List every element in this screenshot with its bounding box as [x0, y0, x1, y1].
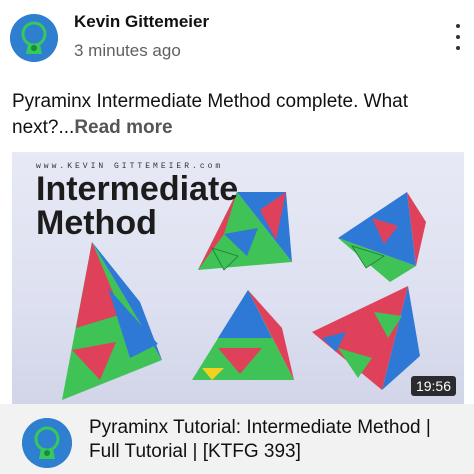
video-title[interactable]: Pyraminx Tutorial: Intermediate Method |… [89, 416, 459, 464]
video-duration-badge: 19:56 [410, 376, 456, 396]
read-more-link[interactable]: Read more [74, 117, 172, 138]
author-name[interactable]: Kevin Gittemeier [74, 12, 209, 32]
menu-dot [456, 24, 460, 28]
thumbnail-title-line2: Method [36, 204, 157, 242]
menu-dot [456, 46, 460, 50]
author-avatar[interactable] [10, 14, 58, 62]
more-options-icon[interactable] [448, 22, 468, 52]
menu-dot [456, 35, 460, 39]
keychain-logo [22, 418, 72, 468]
pyraminx-puzzle [312, 286, 420, 390]
post-text: Pyraminx Intermediate Method complete. W… [12, 89, 462, 141]
post-header: Kevin Gittemeier 3 minutes ago [0, 0, 474, 80]
video-info[interactable]: Pyraminx Tutorial: Intermediate Method |… [0, 404, 474, 474]
post-ellipsis: ... [58, 117, 75, 138]
pyraminx-puzzle [62, 242, 162, 400]
video-thumbnail[interactable]: www.KEVIN GITTEMEIER.com Intermediate Me… [12, 152, 464, 404]
thumbnail-title-line1: Intermediate [36, 170, 239, 208]
pyraminx-puzzle [192, 290, 294, 380]
keychain-logo [10, 14, 58, 62]
pyraminx-puzzle [338, 192, 426, 282]
channel-avatar[interactable] [22, 418, 72, 468]
post-timestamp: 3 minutes ago [74, 41, 181, 60]
thumbnail-title: Intermediate Method [36, 172, 238, 240]
